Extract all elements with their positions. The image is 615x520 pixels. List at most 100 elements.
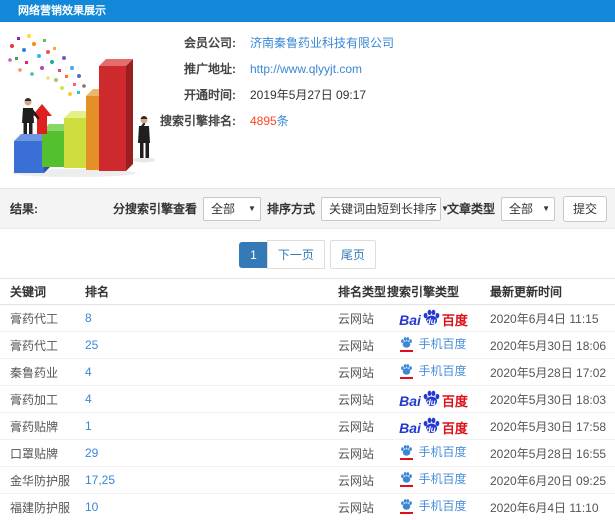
baidu-pc-logo: Bai du 百度	[399, 389, 468, 408]
rank-link[interactable]: 4	[85, 365, 92, 379]
promo-url-link[interactable]: http://www.qlyyjt.com	[250, 62, 362, 76]
last-page-button[interactable]: 尾页	[329, 240, 376, 269]
updated-cell: 2020年6月4日 11:15	[480, 304, 615, 332]
keyword-cell: 福建防护服	[0, 493, 75, 520]
rank-cell: 10	[75, 493, 328, 520]
rank-count-number: 4895	[250, 114, 277, 128]
rank-link[interactable]: 10	[85, 500, 98, 514]
updated-cell: 2020年5月28日 17:02	[480, 358, 615, 386]
baidu-mobile-logo: 手机百度	[400, 336, 467, 352]
col-header-rank-type: 排名类型	[328, 278, 387, 305]
baidu-mobile-logo: 手机百度	[400, 444, 467, 460]
results-label: 结果:	[10, 202, 38, 216]
rank-link[interactable]: 29	[85, 446, 98, 460]
baidu-paw-icon	[400, 336, 414, 352]
rank-link[interactable]: 1	[85, 419, 92, 433]
baidu-paw-icon	[400, 444, 414, 460]
results-table: 关键词 排名 排名类型 搜索引擎类型 最新更新时间 膏药代工 8 云网站 Bai…	[0, 278, 615, 520]
page-1-button[interactable]: 1	[239, 242, 268, 268]
col-header-updated: 最新更新时间	[480, 278, 615, 305]
table-row: 膏药代工 8 云网站 Bai du 百度 2020年6月4日 11:15	[0, 304, 615, 332]
sort-select[interactable]: 关键词由短到长排序 ▼	[320, 196, 449, 221]
article-type-select-value: 全部	[508, 202, 533, 216]
rank-type-cell: 云网站	[328, 493, 387, 520]
rank-type-cell: 云网站	[328, 358, 387, 386]
table-row: 膏药加工 4 云网站 Bai du 百度 2020年5月30日 18:03	[0, 385, 615, 413]
member-company-link[interactable]: 济南秦鲁药业科技有限公司	[250, 34, 394, 51]
filter-controls: 分搜索引擎查看 全部 ▼ 排序方式 关键词由短到长排序 ▼ 文章类型 全部 ▼ …	[107, 195, 607, 222]
keyword-cell: 膏药代工	[0, 331, 75, 359]
rank-link[interactable]: 17,25	[85, 473, 115, 487]
marketing-clipart	[4, 28, 169, 178]
rank-link[interactable]: 4	[85, 392, 92, 406]
rank-type-cell: 云网站	[328, 466, 387, 494]
open-time-value: 2019年5月27日 09:17	[250, 88, 367, 102]
promo-url-label: 推广地址:	[184, 62, 236, 76]
engine-filter-label: 分搜索引擎查看	[112, 202, 197, 216]
keyword-cell: 膏药贴牌	[0, 412, 75, 440]
baidu-pc-logo: Bai du 百度	[399, 308, 468, 327]
seo-rank-count-label: 搜索引擎排名:	[160, 114, 236, 128]
field-member-company: 会员公司: 济南秦鲁药业科技有限公司	[158, 34, 394, 51]
engine-cell: 手机百度	[387, 466, 480, 494]
sort-select-value: 关键词由短到长排序	[328, 202, 437, 216]
rank-type-cell: 云网站	[328, 385, 387, 413]
table-row: 口罩贴牌 29 云网站 手机百度 2020年5月28日 16:55	[0, 439, 615, 467]
field-open-time: 开通时间: 2019年5月27日 09:17	[158, 86, 394, 103]
rank-cell: 4	[75, 385, 328, 413]
confetti-dots	[8, 34, 86, 96]
open-time-label: 开通时间:	[184, 88, 236, 102]
engine-cell: Bai du 百度	[387, 385, 480, 413]
engine-cell: 手机百度	[387, 493, 480, 520]
chevron-down-icon: ▼	[248, 204, 256, 213]
updated-cell: 2020年6月4日 11:10	[480, 493, 615, 520]
keyword-cell: 秦鲁药业	[0, 358, 75, 386]
rank-cell: 8	[75, 304, 328, 332]
article-type-select[interactable]: 全部 ▼	[500, 196, 555, 221]
businessman-left	[22, 98, 40, 134]
baidu-paw-icon: du	[422, 308, 441, 327]
table-header-row: 关键词 排名 排名类型 搜索引擎类型 最新更新时间	[0, 278, 615, 305]
rank-type-cell: 云网站	[328, 304, 387, 332]
engine-cell: Bai du 百度	[387, 412, 480, 440]
table-row: 膏药代工 25 云网站 手机百度 2020年5月30日 18:06	[0, 331, 615, 359]
rank-cell: 29	[75, 439, 328, 467]
rank-type-cell: 云网站	[328, 412, 387, 440]
member-company-label: 会员公司:	[184, 36, 236, 50]
engine-select[interactable]: 全部 ▼	[202, 196, 261, 221]
article-type-label: 文章类型	[446, 202, 495, 216]
updated-cell: 2020年6月20日 09:25	[480, 466, 615, 494]
businessman-right	[138, 116, 150, 158]
table-row: 膏药贴牌 1 云网站 Bai du 百度 2020年5月30日 17:58	[0, 412, 615, 440]
baidu-paw-icon	[400, 471, 414, 487]
baidu-mobile-logo: 手机百度	[400, 471, 467, 487]
rank-type-cell: 云网站	[328, 439, 387, 467]
updated-cell: 2020年5月28日 16:55	[480, 439, 615, 467]
rank-cell: 25	[75, 331, 328, 359]
page-title: 网络营销效果展示	[18, 5, 106, 17]
baidu-mobile-logo: 手机百度	[400, 498, 467, 514]
table-row: 金华防护服 17,25 云网站 手机百度 2020年6月20日 09:25	[0, 466, 615, 494]
baidu-paw-icon	[400, 363, 414, 379]
results-table-body: 膏药代工 8 云网站 Bai du 百度 2020年6月4日 11:15 膏药代…	[0, 304, 615, 520]
submit-button[interactable]: 提交	[562, 195, 607, 222]
table-row: 秦鲁药业 4 云网站 手机百度 2020年5月28日 17:02	[0, 358, 615, 386]
company-info-fields: 会员公司: 济南秦鲁药业科技有限公司 推广地址: http://www.qlyy…	[158, 34, 394, 138]
engine-select-value: 全部	[210, 202, 235, 216]
engine-cell: 手机百度	[387, 439, 480, 467]
engine-cell: 手机百度	[387, 331, 480, 359]
baidu-paw-icon	[400, 498, 414, 514]
rank-link[interactable]: 25	[85, 338, 98, 352]
next-page-button[interactable]: 下一页	[266, 240, 325, 269]
col-header-engine-type: 搜索引擎类型	[387, 278, 480, 305]
rank-link[interactable]: 8	[85, 311, 92, 325]
seo-rank-count-value: 4895条	[250, 112, 289, 129]
engine-cell: Bai du 百度	[387, 304, 480, 332]
field-promo-url: 推广地址: http://www.qlyyjt.com	[158, 60, 394, 77]
bar-chart-clipart-image	[8, 34, 155, 177]
info-section: 会员公司: 济南秦鲁药业科技有限公司 推广地址: http://www.qlyy…	[0, 22, 615, 188]
filter-bar: 结果: 分搜索引擎查看 全部 ▼ 排序方式 关键词由短到长排序 ▼ 文章类型 全…	[0, 188, 615, 229]
bar-red	[99, 59, 133, 171]
rank-cell: 17,25	[75, 466, 328, 494]
baidu-pc-logo: Bai du 百度	[399, 416, 468, 435]
